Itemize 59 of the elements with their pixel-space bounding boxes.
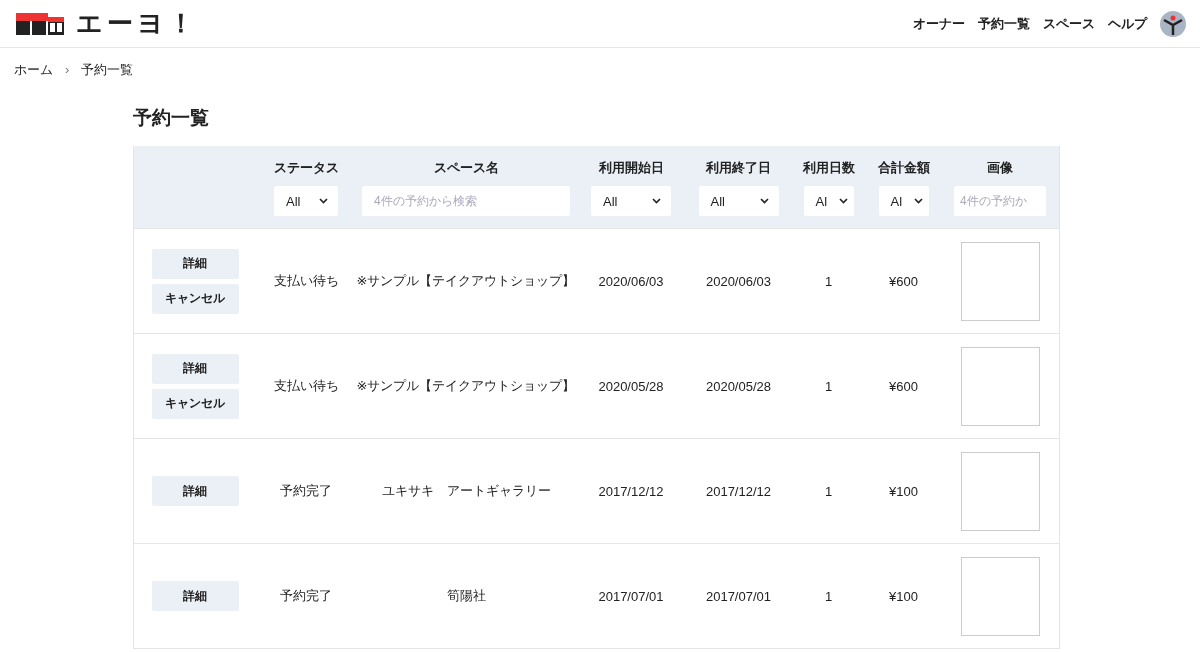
table-cell: 筍陽社	[446, 587, 486, 605]
nav-link[interactable]: スペース	[1043, 14, 1095, 33]
avatar-icon[interactable]	[1160, 10, 1186, 37]
table-cell: 予約完了	[280, 587, 332, 605]
detail-button[interactable]: 詳細	[151, 581, 239, 611]
detail-button[interactable]: 詳細	[151, 353, 239, 384]
chevron-down-icon	[652, 198, 661, 204]
table-cell: 2020/06/03	[598, 273, 664, 289]
table-cell: 2017/12/12	[598, 483, 664, 499]
column-header: 利用開始日	[598, 159, 664, 177]
search-field[interactable]: 4件の予約か	[954, 186, 1046, 216]
filter-dropdown[interactable]: All	[274, 186, 338, 216]
breadcrumb-link[interactable]: 予約一覧	[81, 61, 134, 79]
table-cell: ※サンプル【テイクアウトショップ】	[356, 272, 576, 290]
chevron-down-icon	[913, 198, 923, 204]
table-cell: ¥600	[889, 378, 918, 394]
table-cell: 2017/07/01	[705, 588, 772, 604]
chevron-down-icon	[319, 198, 328, 204]
table-cell: ¥100	[889, 588, 918, 604]
table-cell: 2020/05/28	[598, 378, 664, 394]
table-cell: ユキサキ アートギャラリー	[381, 482, 551, 500]
table-cell: 2017/12/12	[705, 483, 772, 499]
column-header: 利用終了日	[706, 159, 771, 177]
table-cell: 予約完了	[280, 482, 332, 500]
table-cell: 支払い待ち	[273, 272, 339, 290]
column-header: スペース名	[433, 159, 499, 177]
page-title: 予約一覧	[133, 106, 210, 130]
breadcrumb-separator: ›	[65, 61, 70, 79]
breadcrumb-link[interactable]: ホーム	[14, 61, 53, 79]
table-cell: 1	[824, 588, 833, 604]
table-cell: 2020/05/28	[705, 378, 772, 394]
logo-text[interactable]: エーヨ！	[76, 6, 198, 41]
column-header: 利用日数	[802, 159, 855, 177]
nav-link[interactable]: 予約一覧	[978, 14, 1030, 33]
detail-button[interactable]: 詳細	[151, 476, 239, 506]
cancel-button[interactable]: キャンセル	[151, 283, 239, 314]
table-cell: ¥600	[889, 273, 918, 289]
table-cell: 2017/07/01	[598, 588, 664, 604]
table-cell: 1	[824, 483, 833, 499]
search-field[interactable]: 4件の予約から検索	[362, 186, 570, 216]
column-header: ステータス	[273, 159, 339, 177]
table-cell: 1	[824, 378, 833, 394]
filter-dropdown[interactable]: All	[698, 186, 779, 216]
chevron-down-icon	[838, 198, 848, 204]
table-cell: 2020/06/03	[705, 273, 772, 289]
nav-link[interactable]: ヘルプ	[1108, 14, 1147, 33]
cancel-button[interactable]: キャンセル	[151, 388, 239, 419]
column-header: 画像	[987, 159, 1013, 177]
table-cell: 1	[824, 273, 833, 289]
chevron-down-icon	[759, 198, 769, 204]
table-cell: ※サンプル【テイクアウトショップ】	[356, 377, 576, 395]
column-header: 合計金額	[877, 159, 930, 177]
detail-button[interactable]: 詳細	[151, 248, 239, 279]
filter-dropdown[interactable]: Al	[803, 186, 854, 216]
filter-dropdown[interactable]: All	[591, 186, 671, 216]
filter-dropdown[interactable]: Al	[878, 186, 929, 216]
table-cell: 支払い待ち	[273, 377, 339, 395]
table-cell: ¥100	[889, 483, 918, 499]
nav-link[interactable]: オーナー	[913, 14, 965, 33]
